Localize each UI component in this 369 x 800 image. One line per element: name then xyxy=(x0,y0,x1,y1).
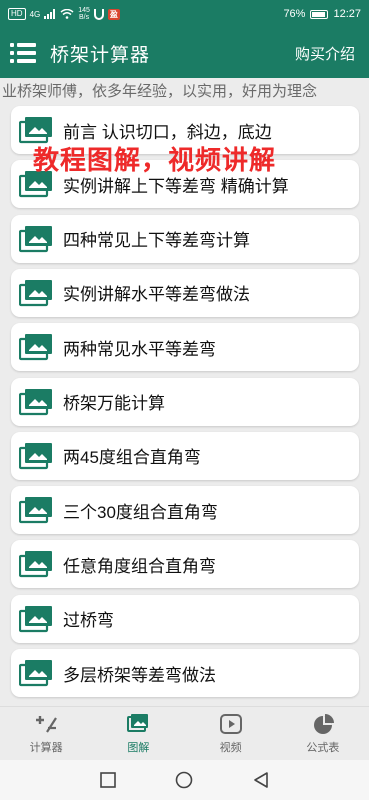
image-icon xyxy=(18,333,53,361)
network-speed: 145 B/s xyxy=(78,7,90,21)
image-icon xyxy=(127,714,149,732)
list-item[interactable]: 桥架万能计算 xyxy=(11,377,359,426)
back-icon[interactable] xyxy=(252,771,270,789)
image-icon xyxy=(18,496,53,524)
list-item-label: 桥架万能计算 xyxy=(63,394,165,413)
signal-bars-icon xyxy=(44,9,56,19)
tab-formula[interactable]: 公式表 xyxy=(277,707,369,760)
tab-label: 公式表 xyxy=(306,742,340,754)
app-bar: 桥架计算器 购买介绍 xyxy=(0,28,369,78)
list-item-label: 实例讲解水平等差弯做法 xyxy=(63,285,250,305)
wifi-icon xyxy=(60,9,74,19)
image-icon xyxy=(18,659,53,687)
list-item[interactable]: 任意角度组合直角弯 xyxy=(11,540,359,589)
home-icon[interactable] xyxy=(175,771,193,789)
promo-overlay-text: 教程图解，视频讲解 xyxy=(33,145,277,175)
list-item[interactable]: 实例讲解水平等差弯做法 xyxy=(11,268,359,317)
app-title: 桥架计算器 xyxy=(50,44,151,66)
system-nav-bar xyxy=(0,760,369,800)
tab-diagrams[interactable]: 图解 xyxy=(92,707,184,760)
list-item-label: 四种常见上下等差弯计算 xyxy=(63,231,250,251)
tab-label: 计算器 xyxy=(29,742,63,754)
image-icon xyxy=(18,388,53,416)
status-bar: HD 4G 145 B/s 盈 76% 12:27 xyxy=(0,0,369,28)
tab-video[interactable]: 视频 xyxy=(185,707,277,760)
battery-percent: 76% xyxy=(283,8,306,20)
list-item-label: 过桥弯 xyxy=(63,611,114,631)
list-item[interactable]: 过桥弯 xyxy=(11,594,359,643)
list-item-label: 前言 认识切口，斜边，底边 xyxy=(63,122,272,142)
scrolling-notice: 业桥架师傅，依多年经验，以实用，好用为理念 xyxy=(0,78,369,106)
image-icon xyxy=(18,225,53,253)
image-icon xyxy=(18,442,53,470)
recent-apps-icon[interactable] xyxy=(99,771,117,789)
list-item-label: 两种常见水平等差弯 xyxy=(63,339,216,359)
list-item[interactable]: 多层桥架等差弯做法 xyxy=(11,649,359,697)
image-icon xyxy=(18,279,53,307)
list-item[interactable]: 三个30度组合直角弯 xyxy=(11,486,359,535)
list-item-label: 任意角度组合直角弯 xyxy=(63,556,216,576)
pie-chart-icon xyxy=(313,714,334,734)
notification-badge: 盈 xyxy=(107,8,120,20)
clock: 12:27 xyxy=(333,8,361,20)
hd-indicator: HD xyxy=(8,8,26,20)
tab-calculator[interactable]: 计算器 xyxy=(0,707,92,760)
video-icon xyxy=(219,714,242,734)
image-icon xyxy=(18,550,53,578)
tab-label: 图解 xyxy=(127,742,150,754)
image-icon xyxy=(18,605,53,633)
tab-label: 视频 xyxy=(219,742,242,754)
buy-intro-button[interactable]: 购买介绍 xyxy=(295,43,355,64)
bottom-tab-bar: 计算器 图解 视频 公式表 xyxy=(0,706,369,760)
list-item-label: 两45度组合直角弯 xyxy=(63,448,201,468)
signal-icon: 4G xyxy=(29,9,41,19)
list-item[interactable]: 四种常见上下等差弯计算 xyxy=(11,214,359,263)
calculator-icon xyxy=(36,716,58,733)
battery-icon xyxy=(310,9,329,19)
app-notification-icon xyxy=(93,9,104,20)
menu-icon[interactable] xyxy=(10,42,36,64)
list-item-label: 三个30度组合直角弯 xyxy=(63,502,218,522)
list-item[interactable]: 两45度组合直角弯 xyxy=(11,431,359,480)
list-item[interactable]: 两种常见水平等差弯 xyxy=(11,323,359,372)
list-item-label: 多层桥架等差弯做法 xyxy=(63,665,216,685)
